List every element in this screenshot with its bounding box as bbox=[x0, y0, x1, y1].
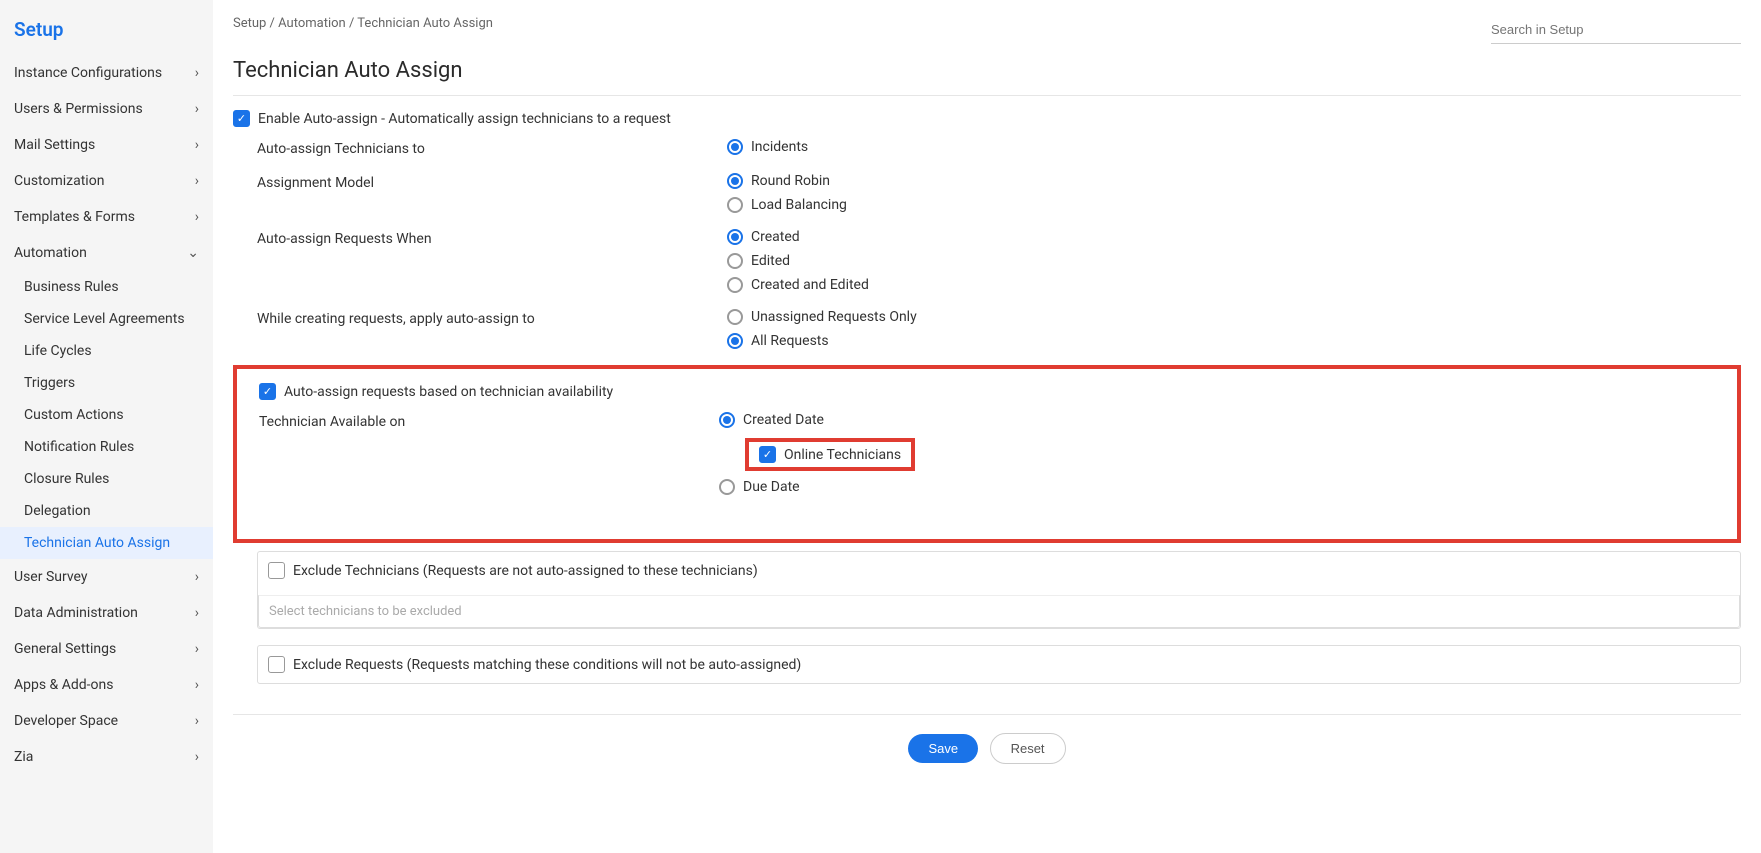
chevron-down-icon: ⌄ bbox=[187, 245, 199, 261]
chevron-right-icon: › bbox=[195, 713, 199, 729]
nav-automation[interactable]: Automation ⌄ bbox=[0, 235, 213, 271]
exclude-requests-label: Exclude Requests (Requests matching thes… bbox=[293, 657, 801, 673]
online-technicians-label: Online Technicians bbox=[784, 447, 901, 463]
available-on-label: Technician Available on bbox=[259, 412, 719, 495]
radio-edited[interactable] bbox=[727, 253, 743, 269]
availability-label: Auto-assign requests based on technician… bbox=[284, 384, 613, 400]
reset-button[interactable]: Reset bbox=[990, 733, 1066, 764]
nav-label: Mail Settings bbox=[14, 137, 95, 153]
exclude-technicians-label: Exclude Technicians (Requests are not au… bbox=[293, 563, 758, 579]
subnav-sla[interactable]: Service Level Agreements bbox=[0, 303, 213, 335]
chevron-right-icon: › bbox=[195, 209, 199, 225]
nav-label: Data Administration bbox=[14, 605, 138, 621]
chevron-right-icon: › bbox=[195, 677, 199, 693]
radio-due-date[interactable] bbox=[719, 479, 735, 495]
chevron-right-icon: › bbox=[195, 605, 199, 621]
opt-label: Unassigned Requests Only bbox=[751, 309, 917, 325]
opt-label: Due Date bbox=[743, 479, 800, 495]
nav-label: Customization bbox=[14, 173, 104, 189]
nav-label: Automation bbox=[14, 245, 87, 261]
assign-to-label: Auto-assign Technicians to bbox=[257, 139, 727, 157]
enable-auto-assign-label: Enable Auto-assign - Automatically assig… bbox=[258, 111, 671, 127]
opt-label: Edited bbox=[751, 253, 790, 269]
radio-load-balancing[interactable] bbox=[727, 197, 743, 213]
online-technicians-checkbox[interactable]: ✓ bbox=[759, 446, 776, 463]
nav-data-administration[interactable]: Data Administration › bbox=[0, 595, 213, 631]
subnav-custom-actions[interactable]: Custom Actions bbox=[0, 399, 213, 431]
radio-unassigned-only[interactable] bbox=[727, 309, 743, 325]
chevron-right-icon: › bbox=[195, 101, 199, 117]
chevron-right-icon: › bbox=[195, 173, 199, 189]
exclude-requests-checkbox[interactable] bbox=[268, 656, 285, 673]
sidebar-title: Setup bbox=[0, 0, 213, 55]
model-label: Assignment Model bbox=[257, 173, 727, 213]
exclude-technicians-checkbox[interactable] bbox=[268, 562, 285, 579]
nav-user-survey[interactable]: User Survey › bbox=[0, 559, 213, 595]
nav-label: Instance Configurations bbox=[14, 65, 162, 81]
highlight-online-technicians: ✓ Online Technicians bbox=[745, 438, 915, 471]
opt-label: Created bbox=[751, 229, 800, 245]
chevron-right-icon: › bbox=[195, 749, 199, 765]
exclude-technicians-box: Exclude Technicians (Requests are not au… bbox=[257, 551, 1741, 629]
nav-customization[interactable]: Customization › bbox=[0, 163, 213, 199]
nav-developer-space[interactable]: Developer Space › bbox=[0, 703, 213, 739]
nav-templates-forms[interactable]: Templates & Forms › bbox=[0, 199, 213, 235]
availability-checkbox[interactable]: ✓ bbox=[259, 383, 276, 400]
nav-label: Users & Permissions bbox=[14, 101, 143, 117]
breadcrumb[interactable]: Setup / Automation / Technician Auto Ass… bbox=[233, 16, 493, 31]
subnav-delegation[interactable]: Delegation bbox=[0, 495, 213, 527]
opt-label: Load Balancing bbox=[751, 197, 847, 213]
radio-created-date[interactable] bbox=[719, 412, 735, 428]
highlight-availability-section: ✓ Auto-assign requests based on technici… bbox=[233, 365, 1741, 543]
chevron-right-icon: › bbox=[195, 65, 199, 81]
exclude-technicians-input[interactable]: Select technicians to be excluded bbox=[258, 595, 1740, 628]
subnav-life-cycles[interactable]: Life Cycles bbox=[0, 335, 213, 367]
nav-label: Zia bbox=[14, 749, 33, 765]
nav-mail-settings[interactable]: Mail Settings › bbox=[0, 127, 213, 163]
enable-auto-assign-checkbox[interactable]: ✓ bbox=[233, 110, 250, 127]
scope-label: While creating requests, apply auto-assi… bbox=[257, 309, 727, 349]
opt-label: Round Robin bbox=[751, 173, 830, 189]
chevron-right-icon: › bbox=[195, 641, 199, 657]
subnav-closure-rules[interactable]: Closure Rules bbox=[0, 463, 213, 495]
search-input[interactable] bbox=[1491, 16, 1741, 44]
chevron-right-icon: › bbox=[195, 137, 199, 153]
opt-label: Created and Edited bbox=[751, 277, 869, 293]
nav-general-settings[interactable]: General Settings › bbox=[0, 631, 213, 667]
exclude-requests-box: Exclude Requests (Requests matching thes… bbox=[257, 645, 1741, 684]
nav-label: User Survey bbox=[14, 569, 88, 585]
subnav-triggers[interactable]: Triggers bbox=[0, 367, 213, 399]
subnav-business-rules[interactable]: Business Rules bbox=[0, 271, 213, 303]
footer: Save Reset bbox=[233, 714, 1741, 784]
subnav-notification-rules[interactable]: Notification Rules bbox=[0, 431, 213, 463]
nav-instance-configurations[interactable]: Instance Configurations › bbox=[0, 55, 213, 91]
radio-round-robin[interactable] bbox=[727, 173, 743, 189]
sidebar: Setup Instance Configurations › Users & P… bbox=[0, 0, 213, 853]
page-title: Technician Auto Assign bbox=[233, 58, 1741, 83]
nav-label: Developer Space bbox=[14, 713, 118, 729]
chevron-right-icon: › bbox=[195, 569, 199, 585]
nav-label: Apps & Add-ons bbox=[14, 677, 113, 693]
main-content: Setup / Automation / Technician Auto Ass… bbox=[213, 0, 1761, 853]
nav-label: Templates & Forms bbox=[14, 209, 135, 225]
opt-label: Incidents bbox=[751, 139, 808, 155]
nav-apps-addons[interactable]: Apps & Add-ons › bbox=[0, 667, 213, 703]
radio-created[interactable] bbox=[727, 229, 743, 245]
opt-label: All Requests bbox=[751, 333, 829, 349]
opt-label: Created Date bbox=[743, 412, 824, 428]
save-button[interactable]: Save bbox=[908, 734, 978, 763]
radio-incidents[interactable] bbox=[727, 139, 743, 155]
nav-zia[interactable]: Zia › bbox=[0, 739, 213, 775]
nav-label: General Settings bbox=[14, 641, 116, 657]
radio-all-requests[interactable] bbox=[727, 333, 743, 349]
when-label: Auto-assign Requests When bbox=[257, 229, 727, 293]
subnav-technician-auto-assign[interactable]: Technician Auto Assign bbox=[0, 527, 213, 559]
nav-users-permissions[interactable]: Users & Permissions › bbox=[0, 91, 213, 127]
radio-created-edited[interactable] bbox=[727, 277, 743, 293]
